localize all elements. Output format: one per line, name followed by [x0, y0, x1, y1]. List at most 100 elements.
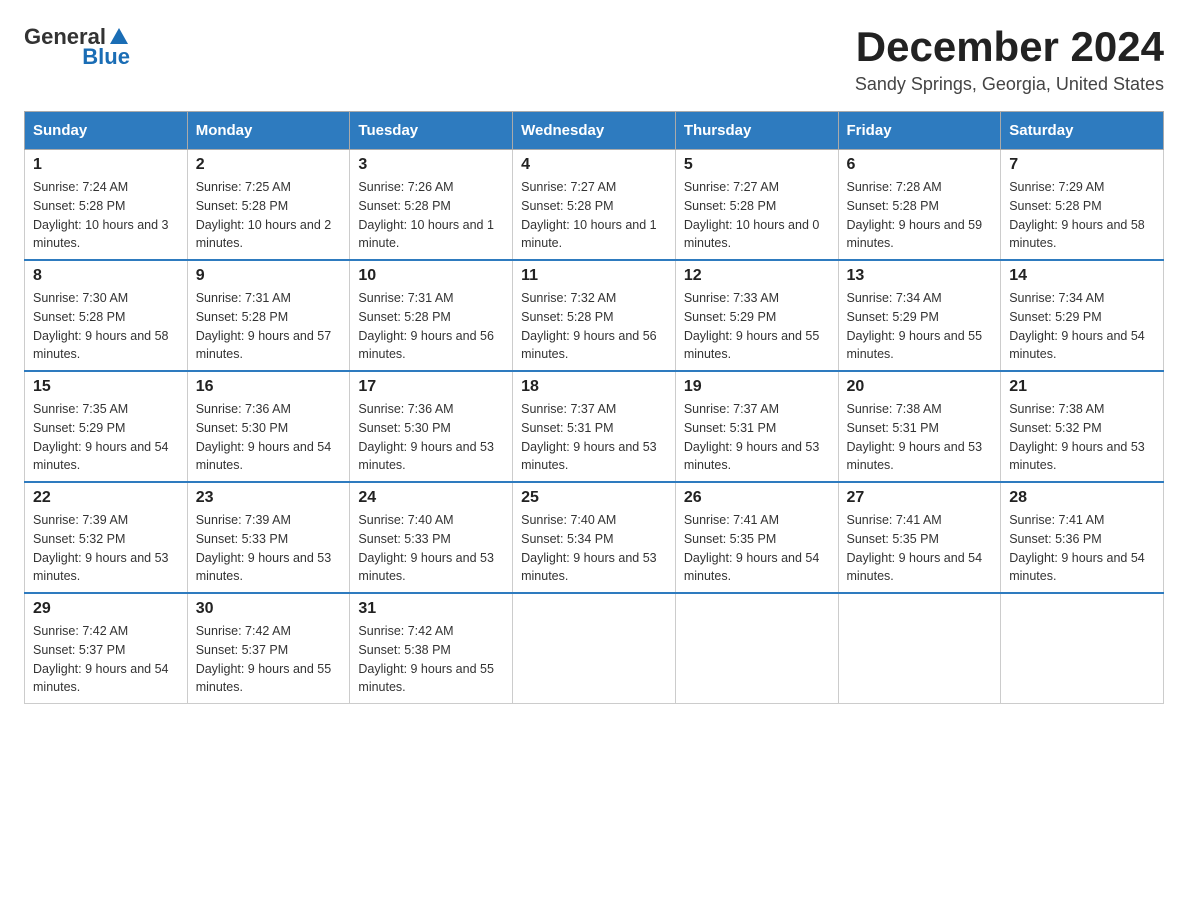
col-thursday: Thursday	[675, 112, 838, 150]
table-row	[513, 593, 676, 704]
day-number: 16	[196, 378, 342, 396]
table-row: 31Sunrise: 7:42 AMSunset: 5:38 PMDayligh…	[350, 593, 513, 704]
day-info: Sunrise: 7:33 AMSunset: 5:29 PMDaylight:…	[684, 289, 830, 364]
day-number: 18	[521, 378, 667, 396]
day-number: 6	[847, 156, 993, 174]
table-row: 28 Sunrise: 7:41 AMSunset: 5:36 PMDayligh…	[1001, 482, 1164, 593]
day-info: Sunrise: 7:30 AMSunset: 5:28 PMDaylight:…	[33, 289, 179, 364]
day-info: Sunrise: 7:36 AMSunset: 5:30 PMDaylight:…	[196, 400, 342, 475]
table-row: 20 Sunrise: 7:38 AMSunset: 5:31 PMDayligh…	[838, 371, 1001, 482]
day-number: 31	[358, 600, 504, 618]
col-friday: Friday	[838, 112, 1001, 150]
day-number: 11	[521, 267, 667, 285]
table-row: 25 Sunrise: 7:40 AMSunset: 5:34 PMDayligh…	[513, 482, 676, 593]
logo: General Blue	[24, 24, 130, 70]
table-row: 30 Sunrise: 7:42 AMSunset: 5:37 PMDayligh…	[187, 593, 350, 704]
calendar-week-row: 1 Sunrise: 7:24 AMSunset: 5:28 PMDaylight…	[25, 150, 1164, 261]
day-info: Sunrise: 7:40 AMSunset: 5:34 PMDaylight:…	[521, 511, 667, 586]
table-row: 1 Sunrise: 7:24 AMSunset: 5:28 PMDaylight…	[25, 150, 188, 261]
page-header: General Blue December 2024 Sandy Springs…	[24, 24, 1164, 95]
day-number: 25	[521, 489, 667, 507]
calendar-week-row: 29 Sunrise: 7:42 AMSunset: 5:37 PMDayligh…	[25, 593, 1164, 704]
day-number: 29	[33, 600, 179, 618]
day-number: 30	[196, 600, 342, 618]
col-wednesday: Wednesday	[513, 112, 676, 150]
day-info: Sunrise: 7:24 AMSunset: 5:28 PMDaylight:…	[33, 178, 179, 253]
day-number: 12	[684, 267, 830, 285]
day-info: Sunrise: 7:41 AMSunset: 5:36 PMDaylight:…	[1009, 511, 1155, 586]
day-info: Sunrise: 7:40 AMSunset: 5:33 PMDaylight:…	[358, 511, 504, 586]
day-number: 2	[196, 156, 342, 174]
table-row: 5 Sunrise: 7:27 AMSunset: 5:28 PMDaylight…	[675, 150, 838, 261]
col-tuesday: Tuesday	[350, 112, 513, 150]
day-info: Sunrise: 7:42 AMSunset: 5:37 PMDaylight:…	[196, 622, 342, 697]
day-info: Sunrise: 7:25 AMSunset: 5:28 PMDaylight:…	[196, 178, 342, 253]
table-row	[838, 593, 1001, 704]
day-number: 23	[196, 489, 342, 507]
day-info: Sunrise: 7:34 AMSunset: 5:29 PMDaylight:…	[1009, 289, 1155, 364]
table-row: 9 Sunrise: 7:31 AMSunset: 5:28 PMDaylight…	[187, 260, 350, 371]
table-row: 21 Sunrise: 7:38 AMSunset: 5:32 PMDayligh…	[1001, 371, 1164, 482]
col-saturday: Saturday	[1001, 112, 1164, 150]
table-row: 24 Sunrise: 7:40 AMSunset: 5:33 PMDayligh…	[350, 482, 513, 593]
table-row	[1001, 593, 1164, 704]
day-number: 3	[358, 156, 504, 174]
table-row: 4 Sunrise: 7:27 AMSunset: 5:28 PMDaylight…	[513, 150, 676, 261]
day-number: 4	[521, 156, 667, 174]
table-row: 17 Sunrise: 7:36 AMSunset: 5:30 PMDayligh…	[350, 371, 513, 482]
day-info: Sunrise: 7:27 AMSunset: 5:28 PMDaylight:…	[521, 178, 667, 253]
day-info: Sunrise: 7:34 AMSunset: 5:29 PMDaylight:…	[847, 289, 993, 364]
table-row: 15Sunrise: 7:35 AMSunset: 5:29 PMDayligh…	[25, 371, 188, 482]
table-row: 7 Sunrise: 7:29 AMSunset: 5:28 PMDaylight…	[1001, 150, 1164, 261]
table-row: 26Sunrise: 7:41 AMSunset: 5:35 PMDayligh…	[675, 482, 838, 593]
day-number: 17	[358, 378, 504, 396]
day-number: 21	[1009, 378, 1155, 396]
day-info: Sunrise: 7:31 AMSunset: 5:28 PMDaylight:…	[196, 289, 342, 364]
calendar-week-row: 8 Sunrise: 7:30 AMSunset: 5:28 PMDaylight…	[25, 260, 1164, 371]
table-row: 19 Sunrise: 7:37 AMSunset: 5:31 PMDayligh…	[675, 371, 838, 482]
day-info: Sunrise: 7:27 AMSunset: 5:28 PMDaylight:…	[684, 178, 830, 253]
table-row: 23 Sunrise: 7:39 AMSunset: 5:33 PMDayligh…	[187, 482, 350, 593]
day-number: 24	[358, 489, 504, 507]
day-number: 13	[847, 267, 993, 285]
day-info: Sunrise: 7:32 AMSunset: 5:28 PMDaylight:…	[521, 289, 667, 364]
day-info: Sunrise: 7:39 AMSunset: 5:33 PMDaylight:…	[196, 511, 342, 586]
location-subtitle: Sandy Springs, Georgia, United States	[855, 74, 1164, 95]
day-number: 27	[847, 489, 993, 507]
day-number: 8	[33, 267, 179, 285]
day-number: 1	[33, 156, 179, 174]
table-row: 27 Sunrise: 7:41 AMSunset: 5:35 PMDayligh…	[838, 482, 1001, 593]
col-sunday: Sunday	[25, 112, 188, 150]
day-info: Sunrise: 7:37 AMSunset: 5:31 PMDaylight:…	[684, 400, 830, 475]
day-number: 22	[33, 489, 179, 507]
day-info: Sunrise: 7:31 AMSunset: 5:28 PMDaylight:…	[358, 289, 504, 364]
table-row: 29 Sunrise: 7:42 AMSunset: 5:37 PMDayligh…	[25, 593, 188, 704]
day-number: 9	[196, 267, 342, 285]
day-number: 28	[1009, 489, 1155, 507]
day-info: Sunrise: 7:38 AMSunset: 5:32 PMDaylight:…	[1009, 400, 1155, 475]
day-number: 5	[684, 156, 830, 174]
table-row: 8 Sunrise: 7:30 AMSunset: 5:28 PMDaylight…	[25, 260, 188, 371]
day-info: Sunrise: 7:37 AMSunset: 5:31 PMDaylight:…	[521, 400, 667, 475]
day-number: 19	[684, 378, 830, 396]
title-area: December 2024 Sandy Springs, Georgia, Un…	[855, 24, 1164, 95]
day-info: Sunrise: 7:42 AMSunset: 5:37 PMDaylight:…	[33, 622, 179, 697]
table-row: 10Sunrise: 7:31 AMSunset: 5:28 PMDayligh…	[350, 260, 513, 371]
day-number: 26	[684, 489, 830, 507]
calendar-header-row: Sunday Monday Tuesday Wednesday Thursday…	[25, 112, 1164, 150]
calendar-week-row: 15Sunrise: 7:35 AMSunset: 5:29 PMDayligh…	[25, 371, 1164, 482]
day-info: Sunrise: 7:26 AMSunset: 5:28 PMDaylight:…	[358, 178, 504, 253]
day-info: Sunrise: 7:38 AMSunset: 5:31 PMDaylight:…	[847, 400, 993, 475]
table-row: 22 Sunrise: 7:39 AMSunset: 5:32 PMDayligh…	[25, 482, 188, 593]
day-info: Sunrise: 7:41 AMSunset: 5:35 PMDaylight:…	[847, 511, 993, 586]
month-title: December 2024	[855, 24, 1164, 70]
day-number: 20	[847, 378, 993, 396]
day-number: 7	[1009, 156, 1155, 174]
table-row: 16 Sunrise: 7:36 AMSunset: 5:30 PMDayligh…	[187, 371, 350, 482]
day-info: Sunrise: 7:36 AMSunset: 5:30 PMDaylight:…	[358, 400, 504, 475]
day-info: Sunrise: 7:39 AMSunset: 5:32 PMDaylight:…	[33, 511, 179, 586]
table-row: 12 Sunrise: 7:33 AMSunset: 5:29 PMDayligh…	[675, 260, 838, 371]
table-row: 3 Sunrise: 7:26 AMSunset: 5:28 PMDaylight…	[350, 150, 513, 261]
table-row: 6Sunrise: 7:28 AMSunset: 5:28 PMDaylight…	[838, 150, 1001, 261]
day-info: Sunrise: 7:29 AMSunset: 5:28 PMDaylight:…	[1009, 178, 1155, 253]
